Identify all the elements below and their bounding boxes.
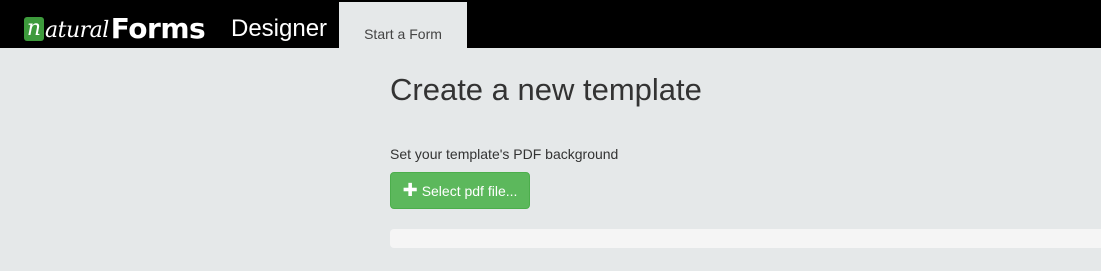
logo-natural-text: atural bbox=[45, 18, 109, 43]
pdf-background-label: Set your template's PDF background bbox=[390, 146, 619, 162]
naturalforms-logo[interactable]: n atural Forms bbox=[24, 6, 206, 46]
top-navbar: n atural Forms Designer Start a Form bbox=[0, 0, 1101, 48]
app-name-designer: Designer bbox=[231, 15, 328, 42]
select-pdf-file-button[interactable]: ✚ Select pdf file... bbox=[390, 172, 530, 209]
logo-forms-text: Forms bbox=[110, 12, 206, 45]
page-title: Create a new template bbox=[390, 72, 702, 107]
upload-progress-bar bbox=[390, 229, 1101, 248]
tab-start-a-form[interactable]: Start a Form bbox=[339, 2, 467, 48]
select-pdf-file-label: Select pdf file... bbox=[421, 182, 518, 199]
plus-icon: ✚ bbox=[402, 179, 418, 201]
logo-n-badge: n bbox=[24, 17, 44, 41]
